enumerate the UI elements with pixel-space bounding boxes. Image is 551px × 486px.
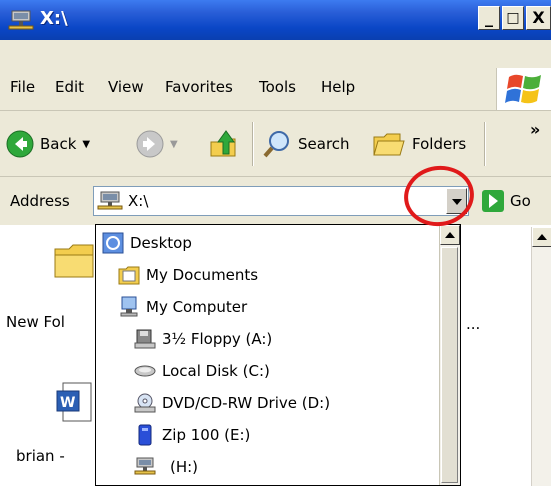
menu-view[interactable]: View: [108, 78, 144, 96]
back-arrow-icon: [6, 130, 34, 158]
forward-arrow-icon: [136, 130, 164, 158]
back-dropdown-icon[interactable]: ▼: [82, 139, 90, 150]
truncated-label: ...: [466, 315, 481, 333]
window-title: X:\: [40, 8, 68, 29]
toolbar-overflow-chevron[interactable]: »: [530, 120, 540, 139]
folders-icon: [373, 133, 405, 156]
menu-file[interactable]: File: [10, 78, 35, 96]
go-arrow-icon: [482, 190, 504, 212]
up-folder-icon: [210, 130, 236, 157]
address-dropdown-list: Desktop My Documents My Computer 3½ Flop…: [95, 224, 461, 486]
my-documents-icon: [118, 266, 140, 285]
forward-button[interactable]: ▼: [136, 127, 178, 161]
menu-help[interactable]: Help: [321, 78, 355, 96]
dropdown-item-label: My Computer: [146, 298, 248, 316]
dropdown-item-floppy[interactable]: 3½ Floppy (A:): [134, 325, 272, 353]
dropdown-item-network-drive[interactable]: (H:): [134, 453, 198, 481]
dropdown-item-label: Local Disk (C:): [162, 362, 270, 380]
dropdown-item-my-documents[interactable]: My Documents: [118, 261, 258, 289]
search-label: Search: [298, 135, 350, 153]
dropdown-item-label: 3½ Floppy (A:): [162, 330, 273, 348]
forward-dropdown-icon[interactable]: ▼: [170, 139, 178, 150]
toolbar-separator: [484, 122, 486, 166]
zip-drive-icon: [138, 424, 152, 446]
menu-favorites[interactable]: Favorites: [165, 78, 233, 96]
menu-edit[interactable]: Edit: [55, 78, 84, 96]
search-icon: [263, 131, 289, 158]
network-drive-icon: [8, 10, 34, 30]
go-button[interactable]: Go: [482, 190, 531, 212]
dropdown-item-desktop[interactable]: Desktop: [102, 229, 192, 257]
dropdown-item-dvd-drive[interactable]: DVD/CD-RW Drive (D:): [134, 389, 330, 417]
dvd-drive-icon: [134, 393, 156, 413]
svg-text:W: W: [60, 395, 75, 411]
menu-bar: File Edit View Favorites Tools Help: [0, 64, 551, 111]
dropdown-item-my-computer[interactable]: My Computer: [118, 293, 247, 321]
standard-toolbar: Back ▼ ▼ Search Folders »: [0, 112, 551, 177]
content-scrollbar[interactable]: [531, 227, 551, 486]
dropdown-item-label: (H:): [170, 458, 199, 476]
dropdown-scroll-thumb[interactable]: [441, 247, 458, 483]
folders-label: Folders: [412, 135, 467, 153]
my-computer-icon: [120, 296, 138, 317]
dropdown-item-local-disk[interactable]: Local Disk (C:): [134, 357, 270, 385]
address-label: Address: [10, 192, 70, 210]
dropdown-item-zip-drive[interactable]: Zip 100 (E:): [134, 421, 250, 449]
go-label: Go: [510, 192, 531, 210]
address-value: X:\: [128, 192, 149, 210]
network-drive-icon: [97, 191, 123, 210]
folders-button[interactable]: Folders: [372, 127, 466, 161]
windows-logo-icon: [496, 68, 551, 110]
back-button[interactable]: Back ▼: [6, 127, 90, 161]
back-label: Back: [40, 135, 77, 153]
close-button[interactable]: X: [526, 6, 551, 30]
dropdown-item-label: DVD/CD-RW Drive (D:): [162, 394, 331, 412]
dropdown-scroll-up-button[interactable]: [440, 225, 460, 245]
up-folder-button[interactable]: [208, 127, 238, 161]
hard-disk-icon: [134, 365, 156, 377]
menu-tools[interactable]: Tools: [259, 78, 296, 96]
minimize-button[interactable]: _: [478, 6, 500, 30]
search-button[interactable]: Search: [262, 127, 350, 161]
dropdown-item-label: Desktop: [130, 234, 192, 252]
dropdown-item-label: My Documents: [146, 266, 259, 284]
desktop-icon: [102, 232, 124, 254]
toolbar-separator: [252, 122, 254, 166]
explorer-window: X:\ _ □ X File Edit View Favorites Tools…: [0, 0, 551, 486]
scroll-up-button[interactable]: [532, 227, 551, 247]
maximize-button[interactable]: □: [502, 6, 524, 30]
word-document-icon: W: [56, 382, 92, 422]
dropdown-scrollbar[interactable]: [439, 225, 460, 485]
folder-icon: [54, 244, 94, 278]
title-bar[interactable]: X:\ _ □ X: [0, 0, 551, 40]
floppy-drive-icon: [134, 329, 156, 349]
network-drive-icon: [134, 457, 156, 475]
dropdown-item-label: Zip 100 (E:): [162, 426, 251, 444]
